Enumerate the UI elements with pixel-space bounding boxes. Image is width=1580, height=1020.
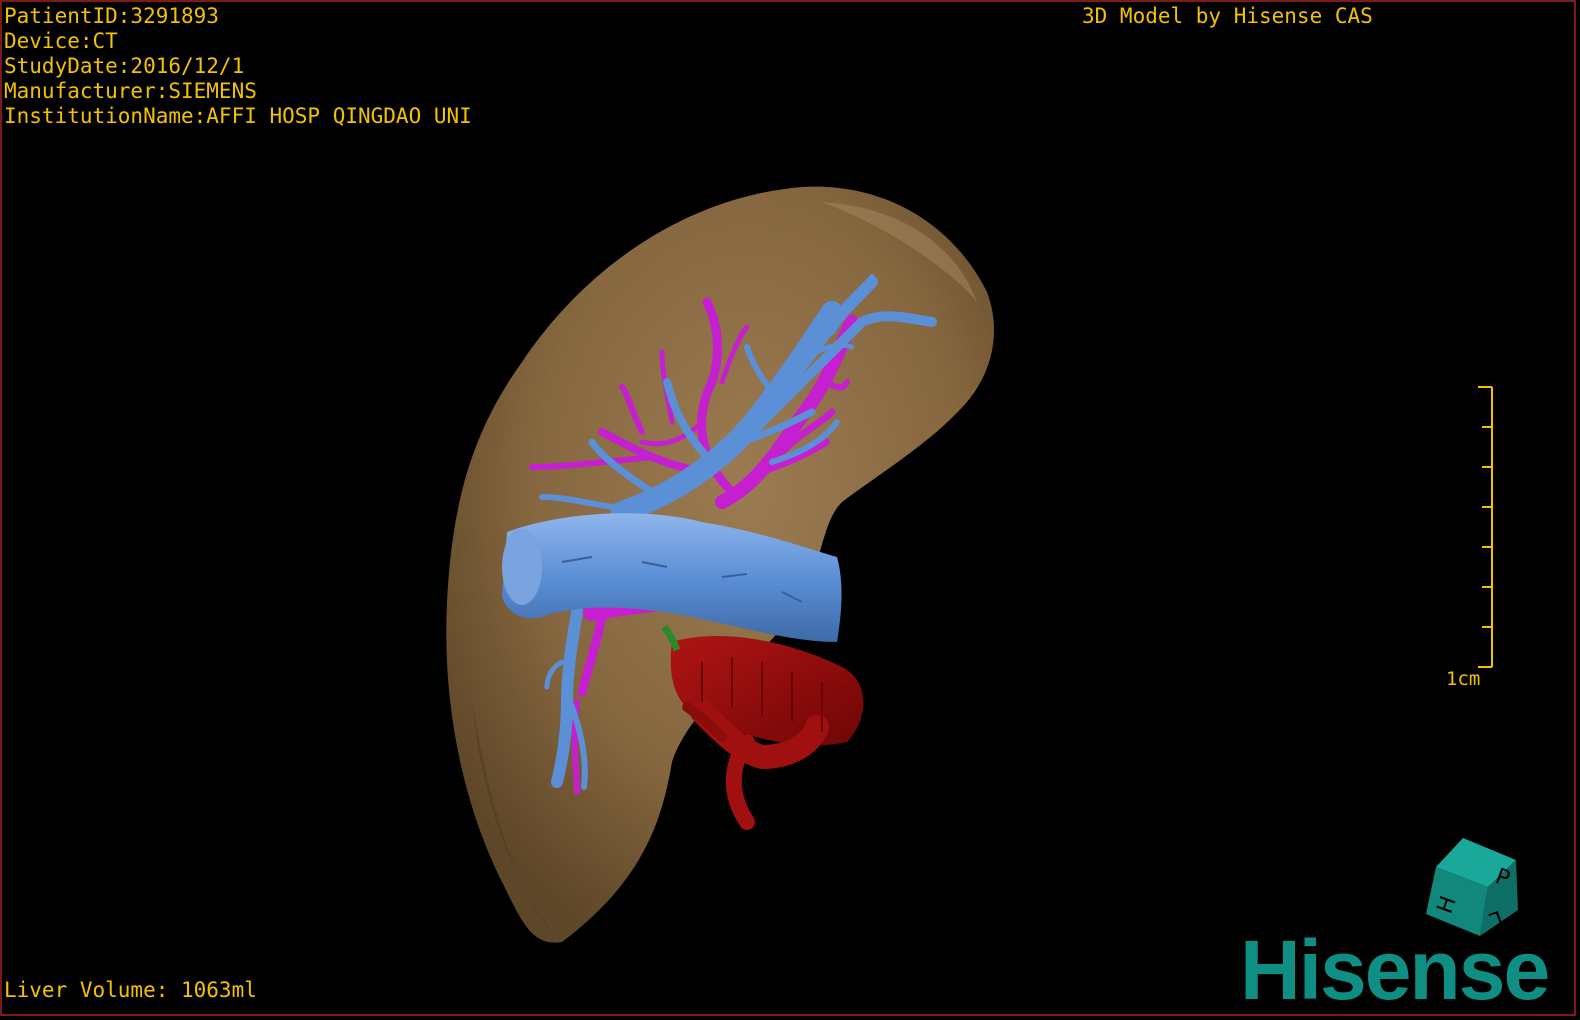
hisense-logo: Hisense	[1240, 923, 1550, 1016]
device-text: Device:CT	[4, 29, 118, 53]
patient-id-text: PatientID:3291893	[4, 4, 219, 28]
3d-viewport[interactable]: PatientID:3291893 Device:CT StudyDate:20…	[0, 0, 1576, 1016]
model-credit-text: 3D Model by Hisense CAS	[1082, 4, 1373, 28]
liver-3d-model[interactable]	[2, 2, 1576, 1016]
liver-volume-text: Liver Volume: 1063ml	[4, 978, 257, 1002]
dicom-info-panel: PatientID:3291893 Device:CT StudyDate:20…	[4, 4, 472, 129]
vena-cava	[661, 624, 864, 830]
scale-bar	[1478, 386, 1493, 668]
institution-text: InstitutionName:AFFI HOSP QINGDAO UNI	[4, 104, 472, 128]
scale-bar-label: 1cm	[1446, 668, 1481, 690]
study-date-text: StudyDate:2016/12/1	[4, 54, 245, 78]
manufacturer-text: Manufacturer:SIEMENS	[4, 79, 257, 103]
